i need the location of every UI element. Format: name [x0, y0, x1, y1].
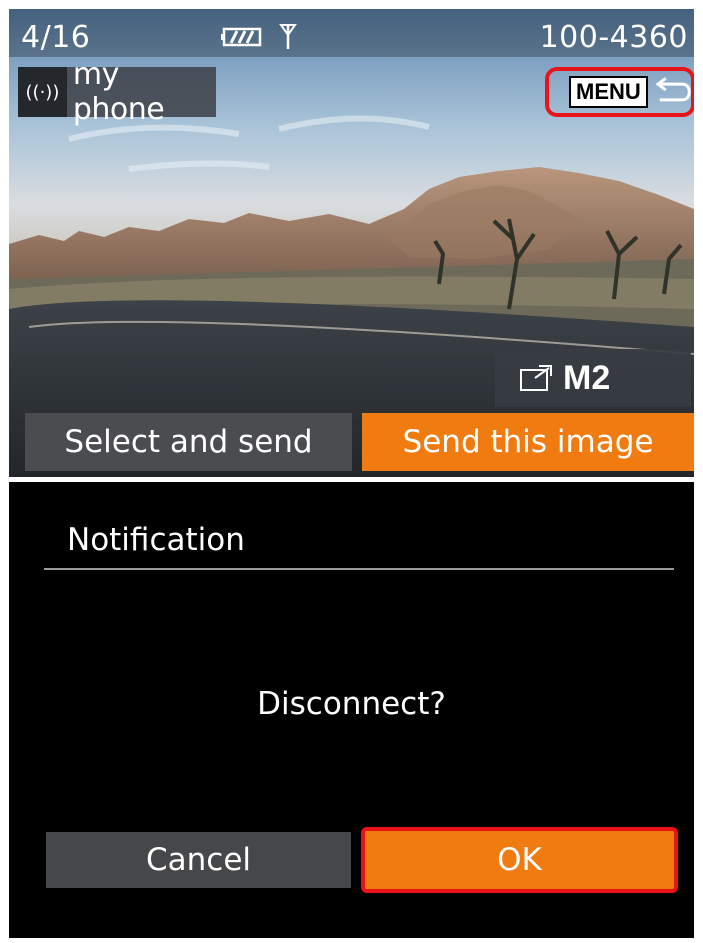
- camera-playback-screen: 4/16 100-4360 ((·)) my phone MENU M2 Sel…: [9, 9, 694, 477]
- connected-device-label: my phone: [72, 57, 165, 127]
- shooting-mode-indicator: M2: [495, 349, 691, 407]
- ok-button[interactable]: OK: [361, 827, 678, 893]
- image-counter: 4/16: [21, 20, 91, 55]
- disconnect-dialog-screen: Notification Disconnect? Cancel OK: [9, 482, 694, 938]
- wifi-broadcast-icon: ((·)): [18, 67, 67, 117]
- antenna-icon: [279, 24, 297, 49]
- menu-back-button[interactable]: MENU: [545, 67, 694, 117]
- select-and-send-button[interactable]: Select and send: [25, 413, 352, 471]
- file-number: 100-4360: [539, 20, 688, 55]
- dialog-title: Notification: [67, 522, 245, 558]
- menu-badge: MENU: [569, 76, 648, 108]
- return-arrow-icon: [655, 77, 691, 102]
- connection-indicator: ((·)) my phone: [18, 57, 216, 127]
- title-divider: [44, 568, 674, 570]
- battery-icon: [221, 27, 262, 47]
- mode-dial-icon: [520, 365, 552, 391]
- dialog-message: Disconnect?: [257, 686, 446, 722]
- send-this-image-button[interactable]: Send this image: [362, 413, 694, 471]
- shooting-mode-label: M2: [563, 358, 611, 397]
- cancel-button[interactable]: Cancel: [46, 832, 351, 888]
